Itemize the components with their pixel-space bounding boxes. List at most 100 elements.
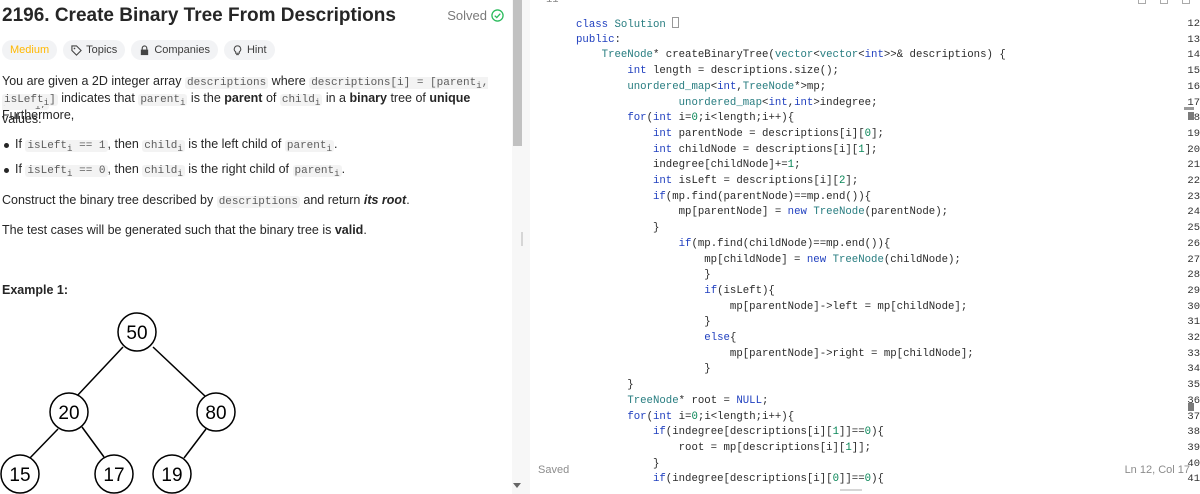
text: You are given a 2D integer array (2, 74, 185, 88)
tree-node-label: 19 (161, 465, 182, 486)
line-number: 35 (1187, 379, 1200, 392)
line-number: 33 (1187, 347, 1200, 360)
companies-label: Companies (154, 44, 210, 56)
companies-button[interactable]: Companies (131, 40, 218, 60)
text: is the left child of (184, 137, 285, 151)
code-line[interactable]: TreeNode* createBinaryTree(vector<vector… (576, 48, 1006, 64)
code-line[interactable]: } (576, 378, 633, 394)
code-line[interactable]: int parentNode = descriptions[i][0]; (576, 127, 884, 143)
code-text: parent (286, 140, 327, 152)
valid-paragraph: The test cases will be generated such th… (2, 222, 502, 239)
code-line[interactable]: for(int i=0;i<length;i++){ (576, 111, 794, 127)
code-line[interactable]: mp[childNode] = new TreeNode(childNode); (576, 253, 961, 269)
text: of (262, 91, 280, 105)
subscript: i (177, 168, 183, 180)
hint-button[interactable]: Hint (223, 40, 275, 60)
overview-ruler-marker (1188, 403, 1194, 411)
line-number: 32 (1187, 332, 1200, 344)
resize-grip[interactable] (521, 232, 523, 246)
code-line[interactable]: mp[parentNode] = new TreeNode(parentNode… (576, 205, 948, 221)
code-line[interactable]: int length = descriptions.size(); (576, 64, 839, 80)
line-number: 12 (1187, 18, 1200, 30)
code-line[interactable]: if(indegree[descriptions[i][1]]==0){ (576, 425, 884, 441)
panel-splitter[interactable] (512, 0, 530, 494)
code-editor[interactable]: 11 12 class Solution 13 public: 14 TreeNode… (530, 0, 1200, 494)
code-text: child (144, 140, 178, 152)
inline-code: parenti (284, 140, 334, 154)
line-number: 11 (546, 0, 559, 6)
bold-text: binary (349, 91, 387, 105)
line-number: 15 (1187, 65, 1200, 78)
bullet-left-child: If isLefti == 1, then childi is the left… (4, 137, 337, 154)
code-line[interactable]: } (576, 362, 710, 378)
code-line[interactable]: if(mp.find(parentNode)==mp.end()){ (576, 190, 871, 206)
code-line[interactable]: if(mp.find(childNode)==mp.end()){ (576, 237, 891, 253)
line-number: 31 (1187, 316, 1200, 329)
code-line[interactable]: else{ (576, 331, 736, 347)
subscript: i (334, 168, 340, 180)
code-line[interactable]: } (576, 221, 659, 237)
code-line[interactable]: unordered_map<int,int>indegree; (576, 96, 878, 112)
cursor-bracket-highlight (672, 17, 680, 28)
bullet-dot (4, 143, 9, 149)
code-line[interactable]: } (576, 315, 710, 331)
code-text: ] (49, 94, 56, 106)
inline-code: isLefti] (2, 94, 58, 108)
topics-button[interactable]: Topics (63, 40, 126, 60)
hint-label: Hint (246, 44, 267, 56)
code-line[interactable]: TreeNode* root = NULL; (576, 394, 768, 410)
difficulty-badge: Medium (2, 40, 58, 60)
code-text: parent (294, 165, 335, 177)
line-number: 26 (1187, 237, 1200, 250)
code-line[interactable]: public: (576, 33, 621, 49)
example-title: Example 1: (2, 283, 69, 297)
lightbulb-icon (233, 44, 242, 55)
reset-icon[interactable] (1160, 0, 1168, 4)
tag-row: Medium Topics Companies Hint (2, 40, 275, 60)
line-number: 16 (1187, 80, 1200, 93)
bookmark-icon[interactable] (1138, 0, 1146, 4)
line-number: 14 (1187, 49, 1200, 62)
bullet-right-child: If isLefti == 0, then childi is the righ… (4, 162, 345, 179)
code-line[interactable]: mp[parentNode]->right = mp[childNode]; (576, 347, 974, 363)
code-line[interactable]: } (576, 268, 710, 284)
text: where (268, 74, 310, 88)
subscript: i (177, 143, 183, 155)
code-line[interactable]: for(int i=0;i<length;i++){ (576, 410, 794, 426)
topics-label: Topics (86, 44, 118, 56)
tree-node-label: 17 (103, 465, 124, 486)
line-number: 39 (1187, 441, 1200, 454)
horizontal-scroll-thumb[interactable] (840, 489, 862, 491)
bold-text: unique (429, 91, 471, 105)
overview-ruler-marker (1188, 112, 1194, 120)
inline-code: isLefti == 0 (25, 165, 108, 179)
code-text: == 0 (72, 165, 106, 177)
construct-paragraph: Construct the binary tree described by d… (2, 192, 502, 211)
code-line[interactable]: root = mp[descriptions[i][1]]; (576, 441, 871, 457)
code-line[interactable]: } (576, 457, 659, 473)
tree-edge (152, 346, 207, 398)
description-paragraph-line3: Furthermore, (2, 108, 75, 122)
code-line[interactable]: class Solution (576, 17, 680, 33)
code-line[interactable]: mp[parentNode]->left = mp[childNode]; (576, 300, 967, 316)
code-line[interactable]: unordered_map<int,TreeNode*>mp; (576, 80, 826, 96)
line-number: 38 (1187, 426, 1200, 439)
solved-status: Solved (447, 8, 504, 23)
bullet-text: If isLefti == 0, then childi is the righ… (15, 162, 345, 179)
bullet-dot (4, 168, 9, 174)
description-scrollbar-thumb[interactable] (513, 0, 522, 146)
code-line[interactable]: int isLeft = descriptions[i][2]; (576, 174, 858, 190)
inline-code: childi (142, 140, 185, 155)
expand-icon[interactable] (1182, 0, 1190, 4)
line-number: 25 (1187, 222, 1200, 235)
line-number: 29 (1187, 284, 1200, 297)
code-text: descriptions[i] = [parent (311, 77, 477, 89)
scroll-down-arrow-icon[interactable] (513, 483, 521, 488)
line-number: 13 (1187, 33, 1200, 46)
line-number: 24 (1187, 206, 1200, 219)
code-line[interactable]: if(indegree[descriptions[i][0]]==0){ (576, 472, 884, 488)
code-line[interactable]: if(isLeft){ (576, 284, 775, 300)
code-line[interactable]: int childNode = descriptions[i][1]; (576, 143, 878, 159)
inline-code: parenti (138, 94, 188, 108)
code-line[interactable]: indegree[childNode]+=1; (576, 158, 801, 174)
